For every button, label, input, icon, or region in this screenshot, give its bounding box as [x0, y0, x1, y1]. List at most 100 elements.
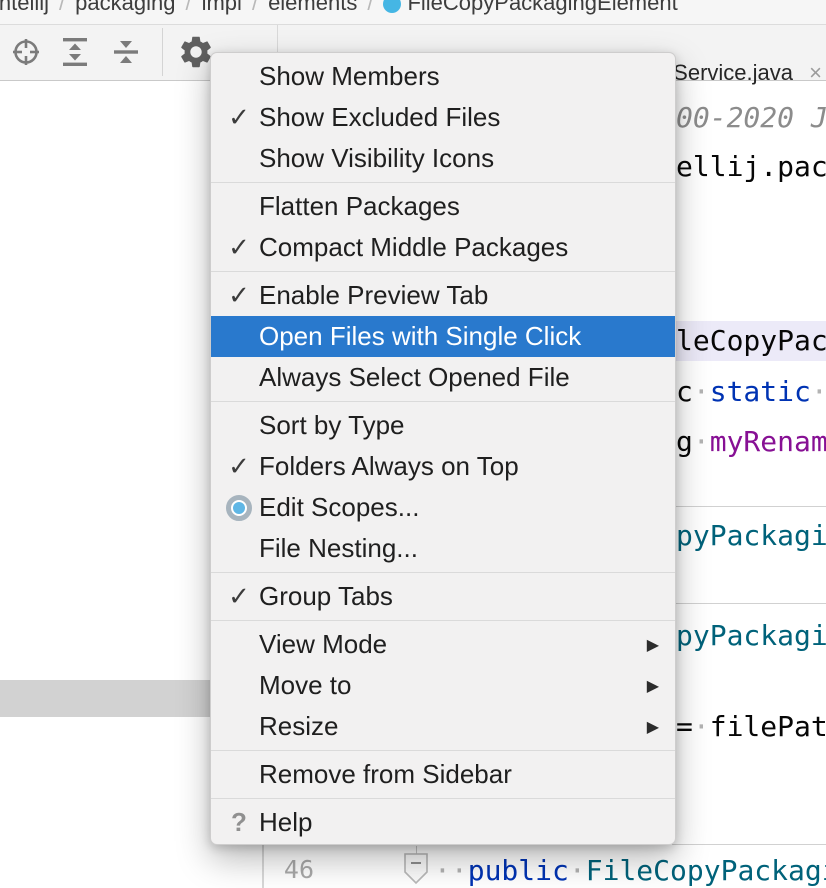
checkmark-icon: ✓	[223, 576, 255, 617]
menu-item-help[interactable]: ?Help	[211, 802, 675, 843]
menu-item-move-to[interactable]: Move to ▶	[211, 665, 675, 706]
menu-item-show-visibility-icons[interactable]: Show Visibility Icons	[211, 138, 675, 179]
method-separator-line	[672, 844, 826, 845]
menu-item-enable-preview-tab[interactable]: ✓Enable Preview Tab	[211, 275, 675, 316]
collapse-all-icon	[109, 35, 143, 69]
code-segment: ··	[434, 854, 468, 887]
code-line: leCopyPack	[672, 321, 826, 361]
menu-item-label: Compact Middle Packages	[259, 232, 568, 263]
code-line: =·filePath	[676, 709, 826, 745]
code-segment: filePath	[710, 710, 826, 743]
scope-radio-icon	[223, 487, 255, 528]
expand-all-button[interactable]	[55, 32, 95, 72]
code-segment: g	[676, 425, 693, 458]
menu-item-label: Always Select Opened File	[259, 362, 570, 393]
code-segment: ·	[569, 854, 586, 887]
menu-item-open-files-with-single-click[interactable]: Open Files with Single Click	[211, 316, 675, 357]
breadcrumb-segment[interactable]: elements	[268, 0, 357, 15]
menu-item-remove-from-sidebar[interactable]: Remove from Sidebar	[211, 754, 675, 795]
tab-close-button[interactable]: ×	[809, 60, 822, 86]
menu-item-file-nesting[interactable]: File Nesting...	[211, 528, 675, 569]
menu-item-label: File Nesting...	[259, 533, 418, 564]
menu-separator	[211, 182, 675, 183]
code-segment: 00-2020 Je	[676, 101, 826, 134]
empty-icon-slot	[223, 357, 255, 398]
code-segment: c	[676, 375, 693, 408]
menu-item-flatten-packages[interactable]: Flatten Packages	[211, 186, 675, 227]
menu-item-label: Flatten Packages	[259, 191, 460, 222]
empty-icon-slot	[223, 528, 255, 569]
code-segment: leCopyPack	[676, 324, 826, 357]
menu-item-label: Move to	[259, 670, 352, 701]
checkmark-icon: ✓	[223, 97, 255, 138]
checkmark-icon: ✓	[223, 446, 255, 487]
menu-item-show-members[interactable]: Show Members	[211, 56, 675, 97]
menu-item-folders-always-on-top[interactable]: ✓Folders Always on Top	[211, 446, 675, 487]
code-segment: ·	[693, 375, 710, 408]
menu-separator	[211, 750, 675, 751]
code-segment: static	[710, 375, 811, 408]
menu-item-edit-scopes[interactable]: Edit Scopes...	[211, 487, 675, 528]
code-line: 00-2020 Je	[676, 100, 826, 136]
fold-minus-icon[interactable]	[402, 852, 430, 886]
breadcrumb-bar: intellij/packaging/impl/elements/FileCop…	[0, 0, 826, 25]
menu-item-compact-middle-packages[interactable]: ✓Compact Middle Packages	[211, 227, 675, 268]
code-line: ellij.pack	[676, 149, 826, 185]
breadcrumb-separator: /	[242, 0, 268, 15]
menu-item-label: View Mode	[259, 629, 387, 660]
gutter-line-number: 46	[264, 855, 314, 884]
empty-icon-slot	[223, 138, 255, 179]
toolbar-separator	[162, 28, 163, 76]
menu-separator	[211, 271, 675, 272]
menu-item-group-tabs[interactable]: ✓Group Tabs	[211, 576, 675, 617]
breadcrumb-segment[interactable]: impl	[202, 0, 242, 15]
code-segment: ·	[693, 710, 710, 743]
ide-window: 46 00-2020 Jeellij.packleCopyPackc·stati…	[0, 0, 826, 888]
breadcrumb-segment[interactable]: packaging	[75, 0, 175, 15]
breadcrumb-separator: /	[175, 0, 201, 15]
code-segment: pyPackagin	[676, 619, 826, 652]
menu-separator	[211, 620, 675, 621]
submenu-arrow-icon: ▶	[647, 676, 659, 696]
checkmark-icon: ✓	[223, 275, 255, 316]
code-line: pyPackagin	[676, 518, 826, 554]
empty-icon-slot	[223, 665, 255, 706]
menu-item-label: Resize	[259, 711, 338, 742]
code-segment: ·	[811, 375, 826, 408]
menu-item-show-excluded-files[interactable]: ✓Show Excluded Files	[211, 97, 675, 138]
method-separator-line	[672, 506, 826, 507]
menu-item-label: Show Excluded Files	[259, 102, 500, 133]
code-line: c·static·f	[676, 374, 826, 410]
menu-item-view-mode[interactable]: View Mode ▶	[211, 624, 675, 665]
code-line: ··public·FileCopyPackagin	[434, 853, 826, 888]
select-opened-file-button[interactable]	[6, 32, 46, 72]
empty-icon-slot	[223, 754, 255, 795]
code-segment: FileCopyPackagin	[586, 854, 826, 887]
menu-item-always-select-opened-file[interactable]: Always Select Opened File	[211, 357, 675, 398]
expand-all-icon	[58, 35, 92, 69]
empty-icon-slot	[223, 405, 255, 446]
empty-icon-slot	[223, 186, 255, 227]
menu-item-sort-by-type[interactable]: Sort by Type	[211, 405, 675, 446]
menu-item-resize[interactable]: Resize ▶	[211, 706, 675, 747]
select-opened-file-icon	[10, 36, 42, 68]
menu-item-label: Enable Preview Tab	[259, 280, 488, 311]
breadcrumb-separator: /	[49, 0, 75, 15]
menu-item-label: Folders Always on Top	[259, 451, 519, 482]
menu-separator	[211, 401, 675, 402]
menu-item-label: Show Visibility Icons	[259, 143, 494, 174]
code-segment: ·	[693, 425, 710, 458]
breadcrumb: intellij/packaging/impl/elements/FileCop…	[0, 0, 678, 16]
submenu-arrow-icon: ▶	[647, 635, 659, 655]
collapse-all-button[interactable]	[106, 32, 146, 72]
empty-icon-slot	[223, 624, 255, 665]
submenu-arrow-icon: ▶	[647, 717, 659, 737]
breadcrumb-segment[interactable]: FileCopyPackagingElement	[407, 0, 677, 15]
class-icon	[383, 0, 401, 13]
breadcrumb-segment[interactable]: intellij	[0, 0, 49, 15]
menu-item-label: Remove from Sidebar	[259, 759, 512, 790]
empty-icon-slot	[223, 316, 255, 357]
menu-separator	[211, 798, 675, 799]
code-line: g·myRename	[676, 424, 826, 460]
breadcrumb-separator: /	[357, 0, 383, 15]
